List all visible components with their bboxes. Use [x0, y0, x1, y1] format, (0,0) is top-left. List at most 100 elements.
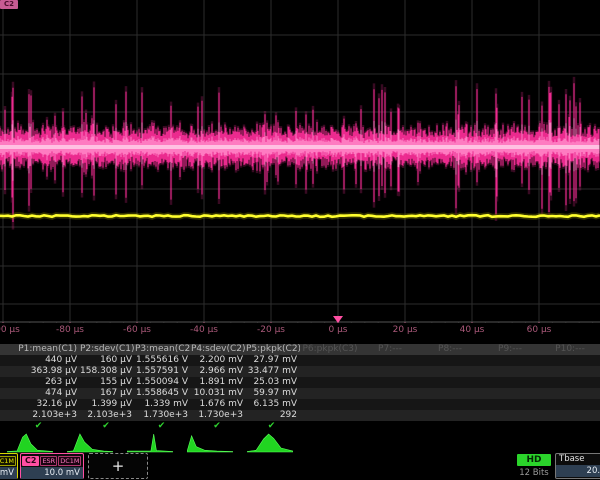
measure-value: 59.97 mV: [246, 388, 300, 399]
measure-value-empty: [480, 377, 540, 388]
measure-value: 1.730e+3: [135, 410, 191, 421]
measure-value-empty: [420, 377, 480, 388]
measure-value: 32.16 µV: [0, 399, 80, 410]
histicon-p4[interactable]: [180, 432, 240, 453]
table-row: 2.103e+32.103e+31.730e+31.730e+3292: [0, 410, 600, 421]
measure-status-check: ✔: [80, 421, 135, 432]
measure-value-empty: [480, 388, 540, 399]
x-tick-label: -80 µs: [56, 325, 84, 335]
measure-value: 1.891 mV: [191, 377, 246, 388]
measure-value-empty: [480, 355, 540, 366]
measure-column-header-p3[interactable]: P3:mean(C2): [135, 344, 191, 355]
hd-mode-badge[interactable]: HD: [517, 454, 551, 466]
timebase-descriptor[interactable]: Tbase 20.0 µs: [555, 453, 600, 479]
measure-value-empty: [480, 399, 540, 410]
measure-value-empty: [540, 355, 600, 366]
table-row: 363.98 µV158.308 µV1.557591 V2.966 mV33.…: [0, 366, 600, 377]
measure-column-header-inactive[interactable]: P7:---: [360, 344, 420, 355]
measure-value-empty: [360, 355, 420, 366]
measure-value: 160 µV: [80, 355, 135, 366]
c1-vertical-scale: 10.0 mV: [0, 467, 17, 479]
table-row: 32.16 µV1.399 µV1.339 mV1.676 mV6.135 mV: [0, 399, 600, 410]
bottom-descriptor-bar: DC1M 10.0 mV C2 ESR DC1M 10.0 mV + HD 12…: [0, 453, 600, 480]
measure-column-header-inactive[interactable]: P9:---: [480, 344, 540, 355]
measure-value-empty: [540, 366, 600, 377]
measure-value: 1.339 mV: [135, 399, 191, 410]
measure-column-header-inactive[interactable]: P8:---: [420, 344, 480, 355]
measure-status-check: ✔: [246, 421, 300, 432]
measure-column-header-p1[interactable]: P1:mean(C1): [0, 344, 80, 355]
timebase-scale: 20.0 µs: [556, 465, 600, 477]
c2-coupling-badge: DC1M: [58, 456, 81, 466]
measure-value-empty: [360, 410, 420, 421]
x-tick-label: -100 µs: [0, 325, 20, 335]
measure-column-header-inactive[interactable]: P6:pkpk(C3): [300, 344, 360, 355]
measure-value: 474 µV: [0, 388, 80, 399]
measure-value: 2.966 mV: [191, 366, 246, 377]
table-row: ✔✔✔✔✔: [0, 421, 600, 432]
measure-value-empty: [300, 399, 360, 410]
c1-coupling-badge: DC1M: [0, 456, 16, 466]
measure-value: 1.558645 V: [135, 388, 191, 399]
measure-value: 2.103e+3: [0, 410, 80, 421]
x-tick-label: -60 µs: [123, 325, 151, 335]
measure-column-header-p5[interactable]: P5:pkpk(C2): [246, 344, 300, 355]
measure-value: 2.200 mV: [191, 355, 246, 366]
x-tick-label: -20 µs: [257, 325, 285, 335]
measure-value-empty: [300, 388, 360, 399]
measure-value-empty: [360, 366, 420, 377]
channel-c1-descriptor[interactable]: DC1M 10.0 mV: [0, 453, 18, 479]
measure-value-empty: [420, 355, 480, 366]
measure-value-empty: [420, 366, 480, 377]
measure-column-header-p2[interactable]: P2:sdev(C1): [80, 344, 135, 355]
table-row: P1:mean(C1)P2:sdev(C1)P3:mean(C2)P4:sdev…: [0, 344, 600, 355]
waveform-grid-area[interactable]: C2: [0, 0, 600, 323]
measure-value-empty: [300, 377, 360, 388]
measure-value-empty: [540, 410, 600, 421]
table-row: 263 µV155 µV1.550094 V1.891 mV25.03 mV: [0, 377, 600, 388]
measure-status-check: ✔: [135, 421, 191, 432]
x-tick-label: 60 µs: [527, 325, 552, 335]
histicon-p1[interactable]: [0, 432, 60, 453]
measure-value: 2.103e+3: [80, 410, 135, 421]
oscilloscope-screen: C2 -100 µs-80 µs-60 µs-40 µs-20 µs0 µs20…: [0, 0, 600, 480]
histicon-p5[interactable]: [240, 432, 300, 453]
histicon-p3[interactable]: [120, 432, 180, 453]
histicon-p2[interactable]: [60, 432, 120, 453]
measurement-table: P1:mean(C1)P2:sdev(C1)P3:mean(C2)P4:sdev…: [0, 344, 600, 432]
measure-value: 1.550094 V: [135, 377, 191, 388]
measure-status-check: ✔: [0, 421, 80, 432]
measure-value: 10.031 mV: [191, 388, 246, 399]
measurement-histicons: [0, 432, 300, 453]
c2-esr-badge: ESR: [40, 456, 57, 466]
measure-value: 33.477 mV: [246, 366, 300, 377]
measure-value-empty: [420, 399, 480, 410]
measure-value: 1.555616 V: [135, 355, 191, 366]
measure-value-empty: [540, 388, 600, 399]
measure-value: 363.98 µV: [0, 366, 80, 377]
x-tick-label: 20 µs: [393, 325, 418, 335]
measure-value-empty: [360, 399, 420, 410]
measure-value: 25.03 mV: [246, 377, 300, 388]
measure-value-empty: [540, 377, 600, 388]
measure-column-header-inactive[interactable]: P10:---: [540, 344, 600, 355]
channel-c2-descriptor[interactable]: C2 ESR DC1M 10.0 mV: [20, 453, 84, 479]
trace-label-chip: C2: [0, 0, 18, 9]
measure-value: 6.135 mV: [246, 399, 300, 410]
measure-value: 1.557591 V: [135, 366, 191, 377]
table-row: 440 µV160 µV1.555616 V2.200 mV27.97 mV: [0, 355, 600, 366]
measure-value: 292: [246, 410, 300, 421]
x-tick-label: 40 µs: [460, 325, 485, 335]
measure-value: 158.308 µV: [80, 366, 135, 377]
measure-value: 167 µV: [80, 388, 135, 399]
measure-status-check: ✔: [191, 421, 246, 432]
c2-channel-chip: C2: [22, 456, 39, 466]
measure-column-header-p4[interactable]: P4:sdev(C2): [191, 344, 246, 355]
trigger-position-marker[interactable]: [333, 316, 343, 323]
measure-value-empty: [540, 399, 600, 410]
measure-value: 440 µV: [0, 355, 80, 366]
measure-value: 155 µV: [80, 377, 135, 388]
x-tick-label: -40 µs: [190, 325, 218, 335]
add-trace-button[interactable]: +: [88, 453, 148, 479]
table-row: 474 µV167 µV1.558645 V10.031 mV59.97 mV: [0, 388, 600, 399]
